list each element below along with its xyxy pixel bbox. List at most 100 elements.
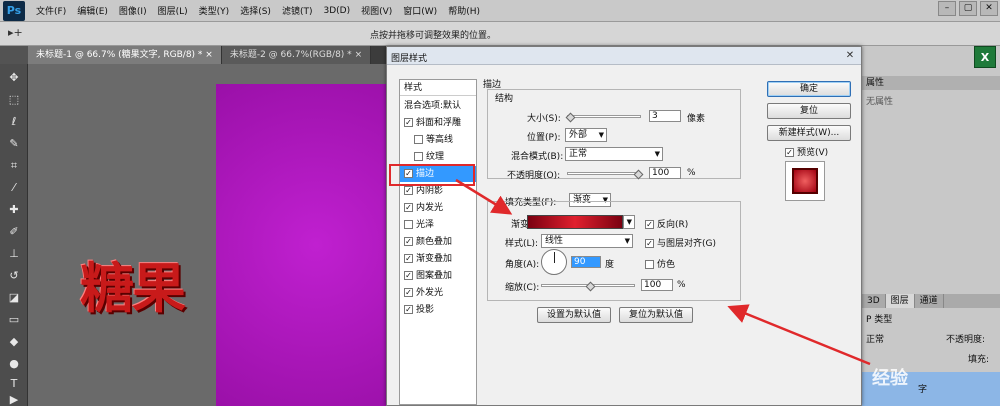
eraser-tool-icon[interactable]: ◪	[6, 290, 22, 306]
style-item-11[interactable]: ✓ 外发光	[400, 285, 476, 301]
style-checkbox[interactable]: ✓	[404, 288, 413, 297]
size-slider[interactable]	[567, 115, 641, 118]
reset-button[interactable]: 复位	[767, 103, 851, 119]
brush-tool-icon[interactable]: ✐	[6, 224, 22, 240]
style-checkbox[interactable]: ✓	[404, 254, 413, 263]
style-checkbox[interactable]: ✓	[404, 237, 413, 246]
reset-default-button[interactable]: 复位为默认值	[619, 307, 693, 323]
menu-3d[interactable]: 3D(D)	[323, 6, 350, 16]
style-checkbox[interactable]: ✓	[404, 203, 413, 212]
menu-image[interactable]: 图像(I)	[119, 4, 147, 17]
gradient-tool-icon[interactable]: ▭	[6, 312, 22, 328]
blur-tool-icon[interactable]: ◆	[6, 334, 22, 350]
dither-checkbox[interactable]: 仿色	[641, 257, 675, 270]
path-select-tool-icon[interactable]: ▶	[6, 392, 22, 406]
make-default-button[interactable]: 设置为默认值	[537, 307, 611, 323]
gradient-dropdown[interactable]: ▼	[623, 215, 635, 229]
style-item-0[interactable]: 混合选项:默认	[400, 98, 476, 114]
history-brush-tool-icon[interactable]: ↺	[6, 268, 22, 284]
menu-window[interactable]: 窗口(W)	[403, 4, 437, 17]
style-item-7[interactable]: 光泽	[400, 217, 476, 233]
menu-type[interactable]: 类型(Y)	[199, 4, 230, 17]
position-dropdown[interactable]: 外部 ▼	[565, 128, 607, 142]
dodge-tool-icon[interactable]: ●	[6, 356, 22, 372]
styles-header[interactable]: 样式	[400, 80, 476, 96]
layer-blend-mode[interactable]: 正常	[866, 332, 884, 345]
style-preview	[785, 161, 825, 201]
dialog-titlebar[interactable]: 图层样式 ✕	[387, 47, 861, 65]
chevron-down-icon: ▼	[626, 218, 632, 226]
opacity-slider[interactable]	[567, 172, 641, 175]
marquee-tool-icon[interactable]: ⬚	[6, 92, 22, 108]
maximize-button[interactable]: ▢	[959, 1, 977, 16]
style-checkbox[interactable]	[414, 135, 423, 144]
align-checkbox-box[interactable]: ✓	[645, 239, 654, 248]
tab-channels[interactable]: 通道	[915, 294, 944, 308]
lasso-tool-icon[interactable]: ℓ	[6, 114, 22, 130]
move-tool-icon[interactable]: ▸+	[8, 26, 23, 39]
align-checkbox[interactable]: ✓ 与图层对齐(G)	[641, 236, 716, 249]
dither-checkbox-box[interactable]	[645, 260, 654, 269]
new-style-button[interactable]: 新建样式(W)...	[767, 125, 851, 141]
style-checkbox[interactable]: ✓	[404, 186, 413, 195]
structure-group	[487, 89, 741, 179]
stamp-tool-icon[interactable]: ⊥	[6, 246, 22, 262]
style-checkbox[interactable]: ✓	[404, 271, 413, 280]
type-tool-icon[interactable]: T	[6, 376, 22, 392]
minimize-button[interactable]: –	[938, 1, 956, 16]
tab-layers[interactable]: 图层	[885, 294, 915, 308]
ok-button[interactable]: 确定	[767, 81, 851, 97]
menu-edit[interactable]: 编辑(E)	[77, 4, 108, 17]
gradient-style-dropdown[interactable]: 线性 ▼	[541, 234, 633, 248]
style-item-10[interactable]: ✓ 图案叠加	[400, 268, 476, 284]
quick-select-tool-icon[interactable]: ✎	[6, 136, 22, 152]
style-checkbox[interactable]	[404, 220, 413, 229]
style-checkbox[interactable]: ✓	[404, 118, 413, 127]
scale-input[interactable]: 100	[641, 279, 673, 291]
style-item-8[interactable]: ✓ 颜色叠加	[400, 234, 476, 250]
menu-layer[interactable]: 图层(L)	[158, 4, 188, 17]
menu-file[interactable]: 文件(F)	[36, 4, 66, 17]
close-window-button[interactable]: ✕	[980, 1, 998, 16]
tab-close-icon[interactable]: ×	[355, 50, 363, 60]
opacity-input[interactable]: 100	[649, 167, 681, 179]
canvas-text-layer[interactable]: 糖果	[80, 244, 186, 323]
style-item-6[interactable]: ✓ 内发光	[400, 200, 476, 216]
healing-tool-icon[interactable]: ✚	[6, 202, 22, 218]
style-item-2[interactable]: 等高线	[400, 132, 476, 148]
angle-input[interactable]: 90	[571, 256, 601, 268]
tab-3d[interactable]: 3D	[862, 294, 886, 308]
blend-mode-dropdown[interactable]: 正常 ▼	[565, 147, 663, 161]
size-input[interactable]: 3	[649, 110, 681, 122]
menu-select[interactable]: 选择(S)	[240, 4, 271, 17]
style-item-3[interactable]: 纹理	[400, 149, 476, 165]
menu-view[interactable]: 视图(V)	[361, 4, 392, 17]
canvas-area[interactable]: 糖果	[28, 64, 416, 406]
angle-dial[interactable]	[541, 249, 567, 275]
preview-checkbox[interactable]: ✓ 预览(V)	[781, 145, 828, 158]
gradient-swatch[interactable]	[527, 215, 623, 229]
tab-close-icon[interactable]: ×	[205, 50, 213, 60]
menu-filter[interactable]: 滤镜(T)	[282, 4, 313, 17]
reverse-checkbox-box[interactable]: ✓	[645, 220, 654, 229]
layer-kind-filter[interactable]: P 类型	[866, 312, 892, 325]
style-checkbox[interactable]: ✓	[404, 305, 413, 314]
close-icon[interactable]: ✕	[843, 49, 857, 63]
excel-icon[interactable]: X	[974, 46, 996, 68]
tab-document-2[interactable]: 未标题-2 @ 66.7%(RGB/8) * ×	[221, 46, 372, 64]
style-item-12[interactable]: ✓ 投影	[400, 302, 476, 318]
preview-checkbox-box[interactable]: ✓	[785, 148, 794, 157]
style-item-9[interactable]: ✓ 渐变叠加	[400, 251, 476, 267]
reverse-checkbox[interactable]: ✓ 反向(R)	[641, 217, 688, 230]
tab-document-1[interactable]: 未标题-1 @ 66.7% (糖果文字, RGB/8) * ×	[28, 46, 222, 64]
menu-help[interactable]: 帮助(H)	[448, 4, 480, 17]
style-checkbox[interactable]	[414, 152, 423, 161]
chevron-down-icon: ▼	[654, 150, 660, 158]
move-tool-icon[interactable]: ✥	[6, 70, 22, 86]
document-tabbar: 未标题-1 @ 66.7% (糖果文字, RGB/8) * × 未标题-2 @ …	[28, 46, 388, 64]
highlight-box	[389, 164, 475, 186]
eyedropper-tool-icon[interactable]: ⁄	[6, 180, 22, 196]
tab-properties[interactable]: 属性	[862, 76, 1000, 90]
style-item-1[interactable]: ✓ 斜面和浮雕	[400, 115, 476, 131]
crop-tool-icon[interactable]: ⌗	[6, 158, 22, 174]
